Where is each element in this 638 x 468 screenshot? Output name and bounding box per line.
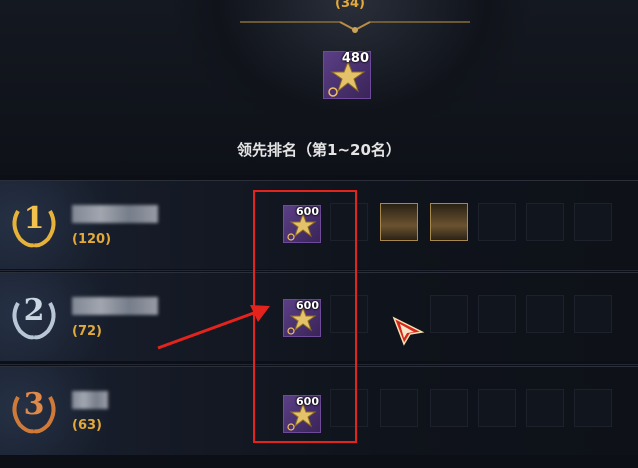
empty-slot xyxy=(380,389,418,427)
empty-slot xyxy=(478,203,516,241)
empty-slot xyxy=(430,295,468,333)
empty-slot xyxy=(574,203,612,241)
top-reward-qty: 480 xyxy=(341,51,369,66)
player-name-blurred xyxy=(72,205,158,223)
empty-slot xyxy=(574,295,612,333)
rank-number: 1 xyxy=(23,201,45,236)
player-score: (63) xyxy=(72,418,102,433)
player-name-blurred xyxy=(72,297,158,315)
rank-number: 2 xyxy=(23,293,45,328)
red-pointer-cursor-icon xyxy=(392,316,425,346)
top-count: (34) xyxy=(335,0,365,11)
empty-slot xyxy=(526,295,564,333)
player-score: (72) xyxy=(72,324,102,339)
player-name-blurred xyxy=(72,391,108,409)
gold-frame-slot[interactable] xyxy=(430,203,468,241)
empty-slot xyxy=(478,389,516,427)
empty-slot xyxy=(478,295,516,333)
laurel-medal-icon: 1 xyxy=(4,195,64,251)
empty-slot xyxy=(574,389,612,427)
gold-frame-slot[interactable] xyxy=(380,203,418,241)
top-reward-item[interactable]: 480 xyxy=(323,51,371,99)
empty-slot xyxy=(430,389,468,427)
ranking-title: 领先排名（第1~20名） xyxy=(237,141,401,159)
laurel-medal-icon: 2 xyxy=(4,287,64,343)
rank-number: 3 xyxy=(23,387,45,422)
laurel-medal-icon: 3 xyxy=(4,381,64,437)
red-arrow-annotation xyxy=(157,305,270,350)
empty-slot xyxy=(526,389,564,427)
player-score: (120) xyxy=(72,232,112,247)
empty-slot xyxy=(526,203,564,241)
